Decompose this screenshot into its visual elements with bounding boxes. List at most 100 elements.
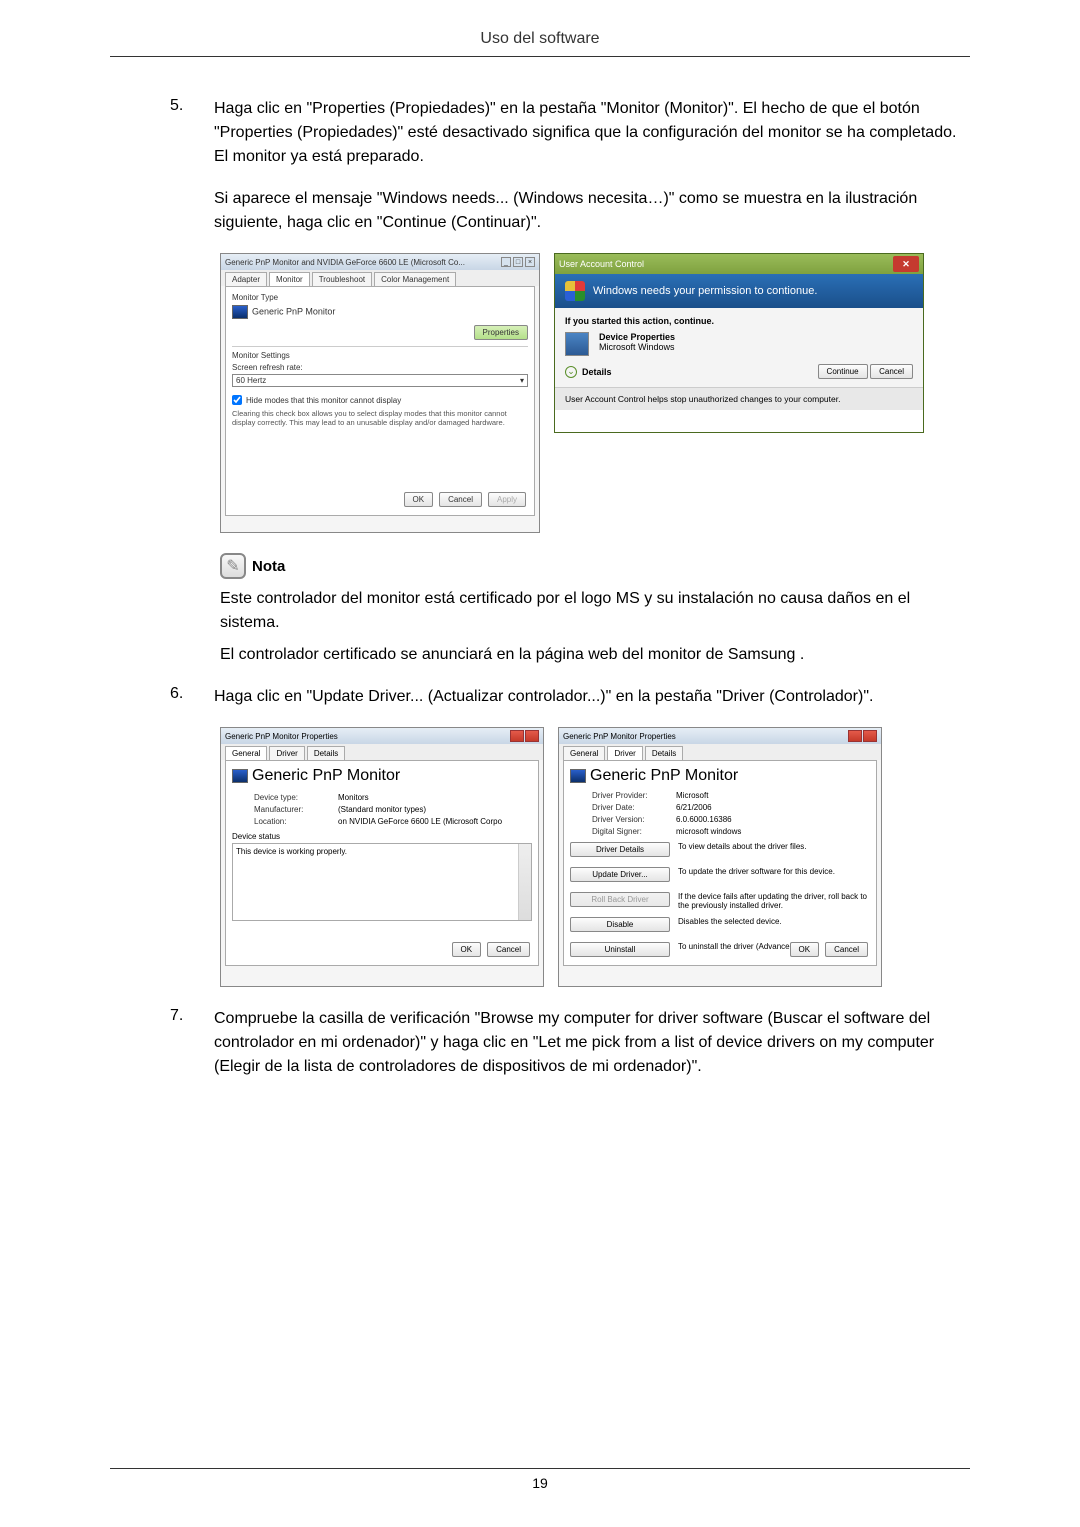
monitor-properties-general-dialog: Generic PnP Monitor Properties General D… <box>220 727 544 987</box>
location-key: Location: <box>254 817 330 826</box>
driver-version-value: 6.0.6000.16386 <box>676 815 732 824</box>
disable-desc: Disables the selected device. <box>678 917 870 926</box>
screenshot-row-2: Generic PnP Monitor Properties General D… <box>220 727 970 987</box>
step-7-number: 7. <box>170 1007 190 1079</box>
driver-date-value: 6/21/2006 <box>676 803 712 812</box>
page-header: Uso del software <box>110 30 970 48</box>
digital-signer-key: Digital Signer: <box>592 827 668 836</box>
device-status-label: Device status <box>232 832 532 841</box>
update-driver-button[interactable]: Update Driver... <box>570 867 670 882</box>
ok-button[interactable]: OK <box>452 942 482 957</box>
tab-adapter[interactable]: Adapter <box>225 272 267 286</box>
cancel-button[interactable]: Cancel <box>825 942 868 957</box>
tab-driver[interactable]: Driver <box>269 746 304 760</box>
close-icon[interactable] <box>510 730 524 742</box>
dialog3-title: Generic PnP Monitor Properties <box>225 732 338 741</box>
close-icon[interactable] <box>848 730 862 742</box>
dialog1-window-controls: _ □ × <box>501 257 535 267</box>
dialog3-window-controls <box>510 730 539 742</box>
uac-title: User Account Control <box>559 259 644 269</box>
cancel-button[interactable]: Cancel <box>439 492 482 507</box>
monitor-properties-driver-dialog: Generic PnP Monitor Properties General D… <box>558 727 882 987</box>
monitor-icon <box>232 769 248 783</box>
uac-subtitle: If you started this action, continue. <box>565 316 913 326</box>
close-icon[interactable] <box>525 730 539 742</box>
uac-details-toggle[interactable]: Details <box>582 367 612 377</box>
manufacturer-key: Manufacturer: <box>254 805 330 814</box>
digital-signer-value: microsoft windows <box>676 827 741 836</box>
uac-program-name: Device Properties <box>599 332 675 342</box>
note-paragraph-1: Este controlador del monitor está certif… <box>220 587 970 635</box>
driver-version-key: Driver Version: <box>592 815 668 824</box>
disable-button[interactable]: Disable <box>570 917 670 932</box>
dialog3-monitor-name: Generic PnP Monitor <box>252 767 400 784</box>
hide-modes-input[interactable] <box>232 395 242 405</box>
step-5-text: Haga clic en "Properties (Propiedades)" … <box>214 97 970 169</box>
monitor-name: Generic PnP Monitor <box>252 306 335 316</box>
header-rule <box>110 56 970 57</box>
close-icon[interactable] <box>863 730 877 742</box>
note-paragraph-2: El controlador certificado se anunciará … <box>220 643 970 667</box>
close-icon[interactable]: ✕ <box>893 256 919 272</box>
tab-general[interactable]: General <box>563 746 605 760</box>
monitor-properties-dialog: Generic PnP Monitor and NVIDIA GeForce 6… <box>220 253 540 533</box>
step-6-number: 6. <box>170 685 190 709</box>
uninstall-button[interactable]: Uninstall <box>570 942 670 957</box>
driver-details-desc: To view details about the driver files. <box>678 842 870 851</box>
tab-details[interactable]: Details <box>645 746 683 760</box>
tab-general[interactable]: General <box>225 746 267 760</box>
manufacturer-value: (Standard monitor types) <box>338 805 426 814</box>
dialog1-titlebar: Generic PnP Monitor and NVIDIA GeForce 6… <box>221 254 539 270</box>
driver-provider-key: Driver Provider: <box>592 791 668 800</box>
rollback-driver-desc: If the device fails after updating the d… <box>678 892 870 910</box>
cancel-button[interactable]: Cancel <box>870 364 913 379</box>
step-6-text: Haga clic en "Update Driver... (Actualiz… <box>214 685 970 709</box>
close-icon[interactable]: × <box>525 257 535 267</box>
step-7-text: Compruebe la casilla de verificación "Br… <box>214 1007 970 1079</box>
apply-button[interactable]: Apply <box>488 492 526 507</box>
ok-button[interactable]: OK <box>790 942 820 957</box>
device-status-text: This device is working properly. <box>236 847 347 856</box>
dialog4-monitor-name: Generic PnP Monitor <box>590 767 738 784</box>
step-6: 6. Haga clic en "Update Driver... (Actua… <box>170 685 970 709</box>
tab-details[interactable]: Details <box>307 746 345 760</box>
dialog4-title: Generic PnP Monitor Properties <box>563 732 676 741</box>
maximize-icon[interactable]: □ <box>513 257 523 267</box>
step-5-number: 5. <box>170 97 190 235</box>
device-type-key: Device type: <box>254 793 330 802</box>
uac-titlebar: User Account Control ✕ <box>555 254 923 274</box>
tab-color-management[interactable]: Color Management <box>374 272 456 286</box>
minimize-icon[interactable]: _ <box>501 257 511 267</box>
screenshot-row-1: Generic PnP Monitor and NVIDIA GeForce 6… <box>220 253 970 533</box>
hide-modes-checkbox[interactable]: Hide modes that this monitor cannot disp… <box>232 395 401 405</box>
tab-driver[interactable]: Driver <box>607 746 642 760</box>
step-5: 5. Haga clic en "Properties (Propiedades… <box>170 97 970 235</box>
note-label: Nota <box>252 558 285 575</box>
dialog4-window-controls <box>848 730 877 742</box>
monitor-icon <box>232 305 248 319</box>
page-number: 19 <box>110 1475 970 1491</box>
continue-button[interactable]: Continue <box>818 364 868 379</box>
hide-modes-description: Clearing this check box allows you to se… <box>232 409 528 427</box>
properties-button[interactable]: Properties <box>474 325 528 340</box>
step-5-paragraph: Si aparece el mensaje "Windows needs... … <box>214 187 970 235</box>
tab-monitor[interactable]: Monitor <box>269 272 310 286</box>
refresh-rate-select[interactable]: 60 Hertz ▾ <box>232 374 528 387</box>
step-7: 7. Compruebe la casilla de verificación … <box>170 1007 970 1079</box>
footer-rule <box>110 1468 970 1469</box>
cancel-button[interactable]: Cancel <box>487 942 530 957</box>
chevron-down-icon: ▾ <box>520 376 524 385</box>
uac-banner-text: Windows needs your permission to contion… <box>593 285 817 297</box>
dialog1-tabs: Adapter Monitor Troubleshoot Color Manag… <box>221 270 539 286</box>
refresh-rate-value: 60 Hertz <box>236 376 266 385</box>
driver-details-button[interactable]: Driver Details <box>570 842 670 857</box>
uac-dialog: User Account Control ✕ Windows needs you… <box>554 253 924 433</box>
chevron-down-icon[interactable]: ⌄ <box>565 366 577 378</box>
ok-button[interactable]: OK <box>404 492 434 507</box>
refresh-rate-label: Screen refresh rate: <box>232 363 528 372</box>
rollback-driver-button[interactable]: Roll Back Driver <box>570 892 670 907</box>
note-icon: ✎ <box>220 553 246 579</box>
device-type-value: Monitors <box>338 793 369 802</box>
tab-troubleshoot[interactable]: Troubleshoot <box>312 272 372 286</box>
uac-footer: User Account Control helps stop unauthor… <box>555 387 923 410</box>
